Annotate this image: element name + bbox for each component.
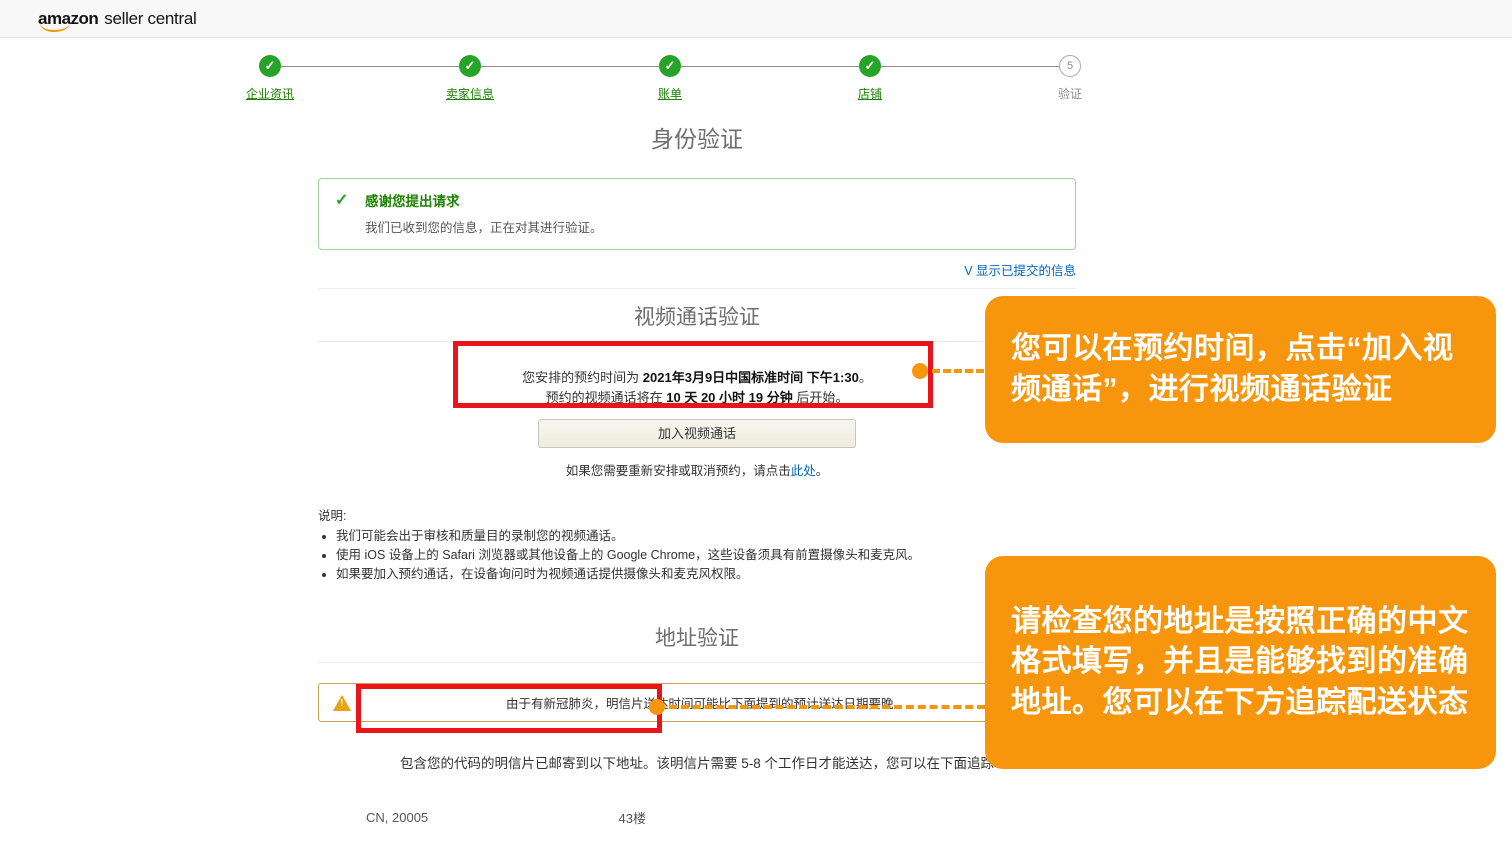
connector-dot — [912, 363, 928, 379]
page: amazon seller central ✓ 企业资讯 ✓ 卖家信息 ✓ 账单… — [0, 0, 1512, 848]
success-title: 感谢您提出请求 — [365, 190, 1059, 210]
red-highlight-address — [356, 684, 662, 733]
step-billing[interactable]: ✓ 账单 — [628, 55, 712, 102]
check-circle-icon: ✓ — [859, 55, 881, 77]
connector-dashed-line — [932, 369, 984, 373]
address-line-right: 43楼 — [619, 808, 646, 827]
mailing-address: CN, 20005 43楼 — [366, 798, 646, 836]
step-label[interactable]: 卖家信息 — [446, 85, 494, 102]
step-verification: 5 验证 — [1028, 55, 1112, 102]
postcard-info: 包含您的代码的明信片已邮寄到以下地址。该明信片需要 5-8 个工作日才能送达，您… — [318, 752, 1076, 772]
callout-video-call-tip: 您可以在预约时间，点击“加入视频通话”，进行视频通话验证 — [985, 296, 1496, 443]
connector-dashed-line — [669, 705, 985, 709]
join-video-call-button[interactable]: 加入视频通话 — [538, 419, 856, 448]
page-title: 身份验证 — [318, 120, 1076, 154]
top-header: amazon seller central — [0, 0, 1512, 38]
step-label: 验证 — [1058, 85, 1082, 102]
check-circle-icon: ✓ — [659, 55, 681, 77]
warning-triangle-icon — [333, 695, 351, 711]
seller-central-logo-text: seller central — [104, 9, 196, 29]
step-label[interactable]: 店铺 — [858, 85, 882, 102]
note-item: 我们可能会出于审核和质量目的录制您的视频通话。 — [336, 527, 1076, 546]
callout-address-tip: 请检查您的地址是按照正确的中文格式填写，并且是能够找到的准确地址。您可以在下方追… — [985, 556, 1496, 769]
video-call-notes: 说明: 我们可能会出于审核和质量目的录制您的视频通话。 使用 iOS 设备上的 … — [318, 505, 1076, 584]
amazon-seller-central-logo[interactable]: amazon seller central — [38, 9, 196, 29]
check-icon: ✓ — [335, 190, 348, 210]
check-circle-icon: ✓ — [459, 55, 481, 77]
check-circle-icon: ✓ — [259, 55, 281, 77]
note-item: 使用 iOS 设备上的 Safari 浏览器或其他设备上的 Google Chr… — [336, 546, 1076, 565]
success-body: 我们已收到您的信息，正在对其进行验证。 — [365, 217, 1059, 236]
red-highlight-join-button — [453, 341, 933, 408]
address-line-left: CN, 20005 — [366, 810, 428, 825]
notes-heading: 说明: — [318, 505, 1076, 524]
step-business-info[interactable]: ✓ 企业资讯 — [228, 55, 312, 102]
connector-dot — [649, 699, 665, 715]
main-content: 身份验证 ✓ 感谢您提出请求 我们已收到您的信息，正在对其进行验证。 V 显示已… — [318, 120, 1076, 848]
section-divider — [318, 288, 1076, 289]
note-item: 如果要加入预约通话，在设备询问时为视频通话提供摄像头和麦克风权限。 — [336, 565, 1076, 584]
show-submitted-info-link[interactable]: V 显示已提交的信息 — [964, 264, 1076, 278]
step-label[interactable]: 企业资讯 — [246, 85, 294, 102]
registration-stepper: ✓ 企业资讯 ✓ 卖家信息 ✓ 账单 ✓ 店铺 5 验证 — [228, 55, 1112, 102]
step-store[interactable]: ✓ 店铺 — [828, 55, 912, 102]
reschedule-line: 如果您需要重新安排或取消预约，请点击此处。 — [318, 460, 1076, 479]
step-number-circle: 5 — [1059, 55, 1081, 77]
request-received-banner: ✓ 感谢您提出请求 我们已收到您的信息，正在对其进行验证。 — [318, 178, 1076, 250]
video-call-section-title: 视频通话验证 — [318, 301, 1076, 342]
step-seller-info[interactable]: ✓ 卖家信息 — [428, 55, 512, 102]
amazon-logo-text: amazon — [38, 9, 98, 29]
address-section-title: 地址验证 — [318, 622, 1076, 663]
step-label[interactable]: 账单 — [658, 85, 682, 102]
reschedule-here-link[interactable]: 此处 — [791, 464, 816, 478]
amazon-smile-icon — [40, 23, 70, 32]
